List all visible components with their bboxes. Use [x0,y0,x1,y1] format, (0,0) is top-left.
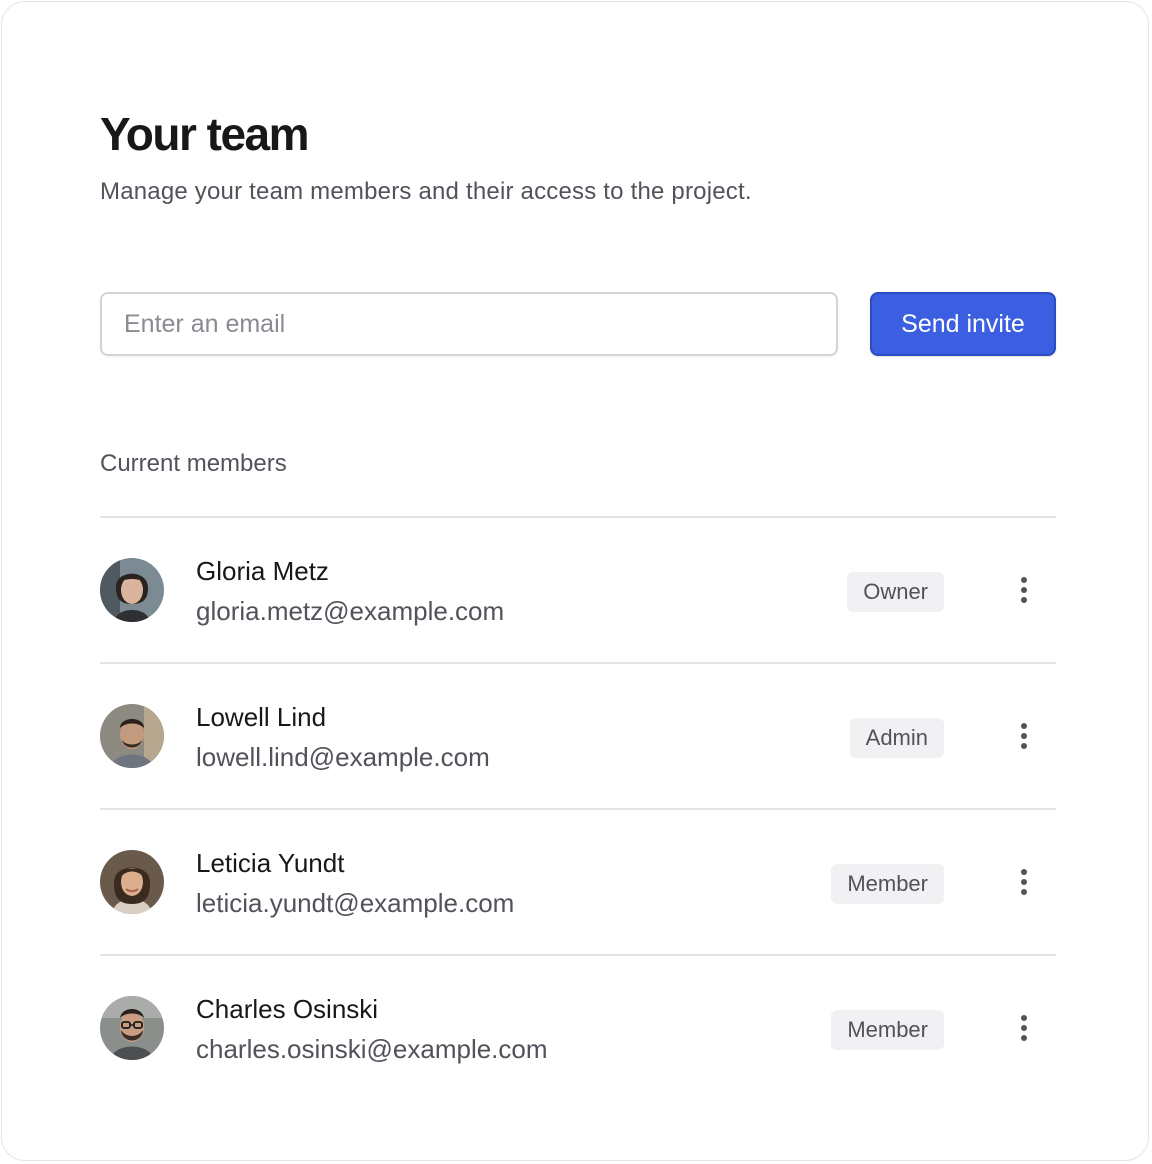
page-subtitle: Manage your team members and their acces… [100,178,752,205]
member-email: charles.osinski@example.com [196,1034,548,1064]
member-row: Lowell Lind lowell.lind@example.com Admi… [100,664,1056,810]
row-menu-button[interactable] [1008,716,1040,756]
more-vertical-icon [1021,723,1027,749]
role-badge: Admin [849,718,944,758]
row-menu-button[interactable] [1008,570,1040,610]
member-email: lowell.lind@example.com [196,742,490,772]
row-menu-button[interactable] [1008,1008,1040,1048]
avatar [100,704,164,768]
member-name: Lowell Lind [196,702,327,732]
role-badge: Member [831,864,944,904]
more-vertical-icon [1021,869,1027,895]
avatar [100,996,164,1060]
member-email: leticia.yundt@example.com [196,888,515,918]
avatar [100,558,164,622]
more-vertical-icon [1021,577,1027,603]
member-name: Leticia Yundt [196,848,345,878]
email-input[interactable] [100,292,838,356]
member-row: Charles Osinski charles.osinski@example.… [100,956,1056,1100]
send-invite-button[interactable]: Send invite [870,292,1056,356]
member-row: Leticia Yundt leticia.yundt@example.com … [100,810,1056,956]
members-list: Gloria Metz gloria.metz@example.com Owne… [100,516,1056,1100]
team-card: Your team Manage your team members and t… [1,1,1149,1161]
avatar [100,850,164,914]
row-menu-button[interactable] [1008,862,1040,902]
member-email: gloria.metz@example.com [196,596,505,626]
role-badge: Owner [847,572,944,612]
current-members-heading: Current members [100,450,287,477]
page-title: Your team [100,108,310,160]
member-name: Gloria Metz [196,556,329,586]
more-vertical-icon [1021,1015,1027,1041]
role-badge: Member [831,1010,944,1050]
member-row: Gloria Metz gloria.metz@example.com Owne… [100,518,1056,664]
member-name: Charles Osinski [196,994,379,1024]
